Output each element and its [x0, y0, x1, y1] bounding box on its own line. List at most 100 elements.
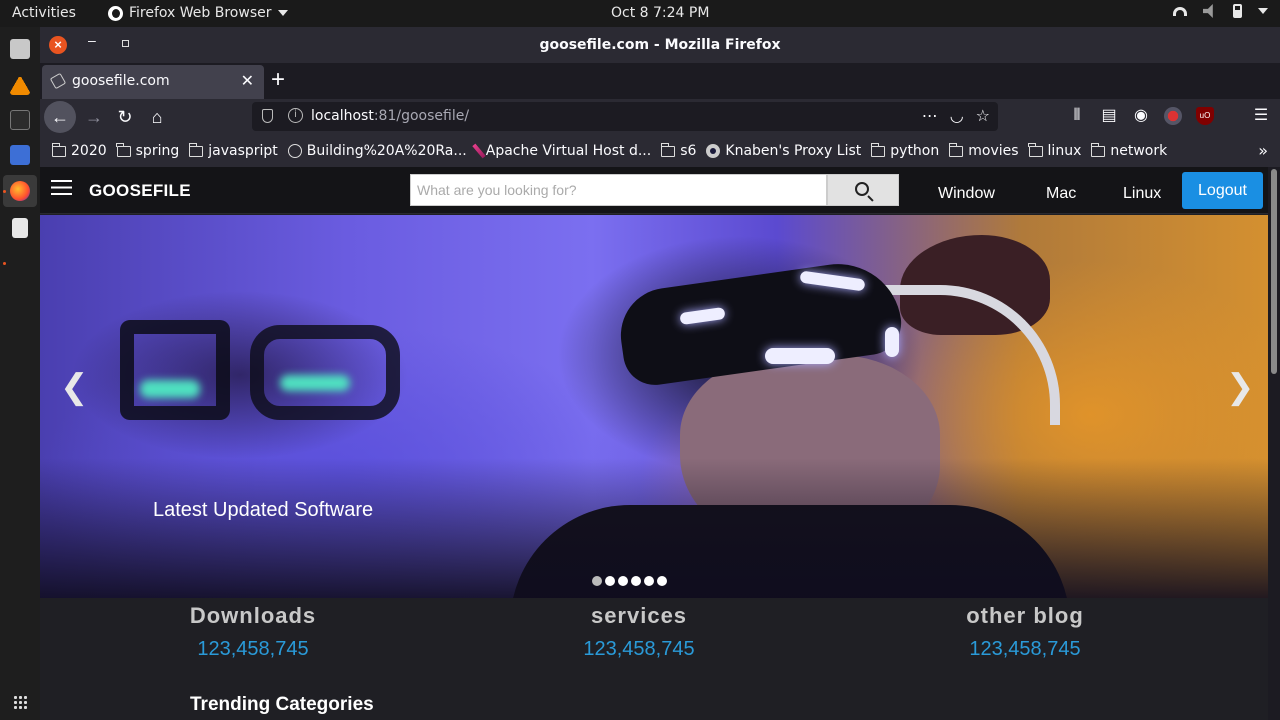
- carousel-indicator-dot[interactable]: [644, 576, 654, 586]
- carousel-indicator-dot[interactable]: [657, 576, 667, 586]
- carousel-indicator-dot[interactable]: [605, 576, 615, 586]
- carousel-next-icon[interactable]: ❯: [1226, 367, 1255, 407]
- folder-icon: [188, 142, 204, 157]
- bookmark-item[interactable]: network: [1090, 142, 1168, 159]
- url-host: localhost: [311, 108, 374, 124]
- bookmark-item[interactable]: s6: [660, 142, 697, 159]
- hero-caption: Latest Updated Software: [153, 499, 374, 521]
- tab-goosefile[interactable]: goosefile.com ✕: [42, 65, 264, 99]
- forward-button[interactable]: →: [80, 103, 108, 131]
- hamburger-menu-icon[interactable]: [51, 180, 72, 195]
- account-icon[interactable]: ◉: [1132, 107, 1150, 125]
- battery-icon: [1233, 4, 1242, 18]
- bookmark-item[interactable]: Knaben's Proxy List: [706, 143, 861, 159]
- vlc-icon[interactable]: [10, 75, 30, 95]
- carousel-prev-icon[interactable]: ❮: [60, 367, 89, 407]
- bookmark-label: Building%20A%20Ra...: [306, 143, 467, 159]
- carousel-indicator-dot[interactable]: [592, 576, 602, 586]
- home-button[interactable]: ⌂: [143, 103, 171, 131]
- terminal-icon[interactable]: [10, 110, 30, 130]
- toolbar-icons: ⫴ ▤ ◉ uO ☰: [1068, 107, 1270, 125]
- wifi-icon: [1173, 6, 1187, 16]
- web-page: GOOSEFILE Window Mac Linux Logout Latest…: [40, 167, 1268, 720]
- pocket-icon[interactable]: ◡: [950, 106, 964, 125]
- bookmark-label: s6: [680, 143, 697, 159]
- stat-value: 123,458,745: [197, 638, 309, 660]
- close-tab-icon[interactable]: ✕: [241, 71, 254, 90]
- bookmark-item[interactable]: movies: [948, 142, 1019, 159]
- knaben-icon: [706, 144, 721, 158]
- system-tray[interactable]: [1173, 4, 1268, 18]
- hero-image-part: [885, 327, 899, 357]
- bookmark-item[interactable]: linux: [1028, 142, 1081, 159]
- sidebar-icon[interactable]: ▤: [1100, 107, 1118, 125]
- url-text[interactable]: localhost:81/goosefile/: [311, 108, 469, 124]
- folder-icon: [870, 142, 886, 157]
- folder-icon: [660, 142, 676, 157]
- site-brand[interactable]: GOOSEFILE: [89, 181, 191, 201]
- logout-button[interactable]: Logout: [1182, 172, 1263, 209]
- menu-icon[interactable]: ☰: [1252, 107, 1270, 125]
- extension-icon[interactable]: [1164, 107, 1182, 125]
- navigation-toolbar: ← → ↻ ⌂ i localhost:81/goosefile/ ⋯ ◡ ☆ …: [40, 99, 1280, 135]
- search-button[interactable]: [827, 174, 899, 206]
- document-viewer-icon[interactable]: [12, 218, 28, 238]
- page-icon: [49, 72, 67, 90]
- carousel-indicator-dot[interactable]: [631, 576, 641, 586]
- feather-icon: [472, 143, 486, 159]
- firefox-dock-icon[interactable]: [10, 181, 30, 201]
- running-indicator: [3, 190, 6, 193]
- carousel-indicator-dot[interactable]: [618, 576, 628, 586]
- running-indicator: [3, 262, 6, 265]
- url-bar[interactable]: i localhost:81/goosefile/ ⋯ ◡ ☆: [252, 102, 998, 131]
- new-tab-button[interactable]: +: [271, 66, 285, 94]
- folder-icon: [948, 142, 964, 157]
- activities-button[interactable]: Activities: [12, 5, 76, 21]
- folder-icon: [116, 142, 131, 157]
- firefox-icon: [108, 5, 123, 21]
- bookmark-label: Apache Virtual Host d...: [485, 143, 652, 159]
- bookmark-item[interactable]: spring: [116, 142, 180, 159]
- clock[interactable]: Oct 8 7:24 PM: [611, 5, 709, 21]
- site-info-icon[interactable]: i: [288, 108, 303, 123]
- nav-link-mac[interactable]: Mac: [1046, 185, 1076, 203]
- library-icon[interactable]: ⫴: [1068, 107, 1086, 125]
- more-bookmarks-chevron-icon[interactable]: »: [1258, 141, 1268, 160]
- hero-image-part: [765, 348, 835, 364]
- hero-image-part: [120, 320, 230, 420]
- text-editor-icon[interactable]: [10, 145, 30, 165]
- bookmark-item[interactable]: Apache Virtual Host d...: [472, 143, 652, 159]
- url-actions: ⋯ ◡ ☆: [922, 106, 990, 125]
- back-button[interactable]: ←: [44, 101, 76, 133]
- url-path: :81/goosefile/: [373, 108, 470, 124]
- nav-link-window[interactable]: Window: [938, 185, 995, 203]
- bookmark-item[interactable]: Building%20A%20Ra...: [287, 143, 467, 159]
- bookmark-label: javaspript: [208, 143, 278, 159]
- bookmark-item[interactable]: 2020: [51, 142, 107, 159]
- volume-muted-icon: [1203, 4, 1213, 18]
- hero-image-part: [140, 380, 200, 398]
- page-actions-icon[interactable]: ⋯: [922, 106, 938, 125]
- search-input[interactable]: [410, 174, 827, 206]
- nav-link-linux[interactable]: Linux: [1123, 185, 1161, 203]
- bookmark-label: spring: [135, 143, 180, 159]
- bookmark-star-icon[interactable]: ☆: [976, 106, 990, 125]
- stat-value: 123,458,745: [969, 638, 1081, 660]
- files-icon[interactable]: [10, 39, 30, 59]
- dock: [0, 27, 40, 720]
- bookmark-item[interactable]: javaspript: [188, 142, 278, 159]
- show-applications-icon[interactable]: [13, 695, 27, 709]
- bookmark-label: python: [890, 143, 940, 159]
- scrollbar-thumb[interactable]: [1271, 169, 1277, 374]
- trending-categories-heading: Trending Categories: [190, 694, 374, 715]
- tracking-protection-icon[interactable]: [262, 109, 273, 123]
- bookmark-item[interactable]: python: [870, 142, 940, 159]
- page-scrollbar[interactable]: [1268, 167, 1280, 720]
- site-navbar: GOOSEFILE Window Mac Linux Logout: [40, 167, 1268, 214]
- reload-button[interactable]: ↻: [111, 103, 139, 131]
- app-menu[interactable]: Firefox Web Browser: [108, 5, 288, 21]
- stat-label: Downloads: [189, 603, 317, 628]
- bookmark-label: network: [1110, 143, 1168, 159]
- site-search: [410, 174, 899, 206]
- ublock-icon[interactable]: uO: [1196, 107, 1214, 125]
